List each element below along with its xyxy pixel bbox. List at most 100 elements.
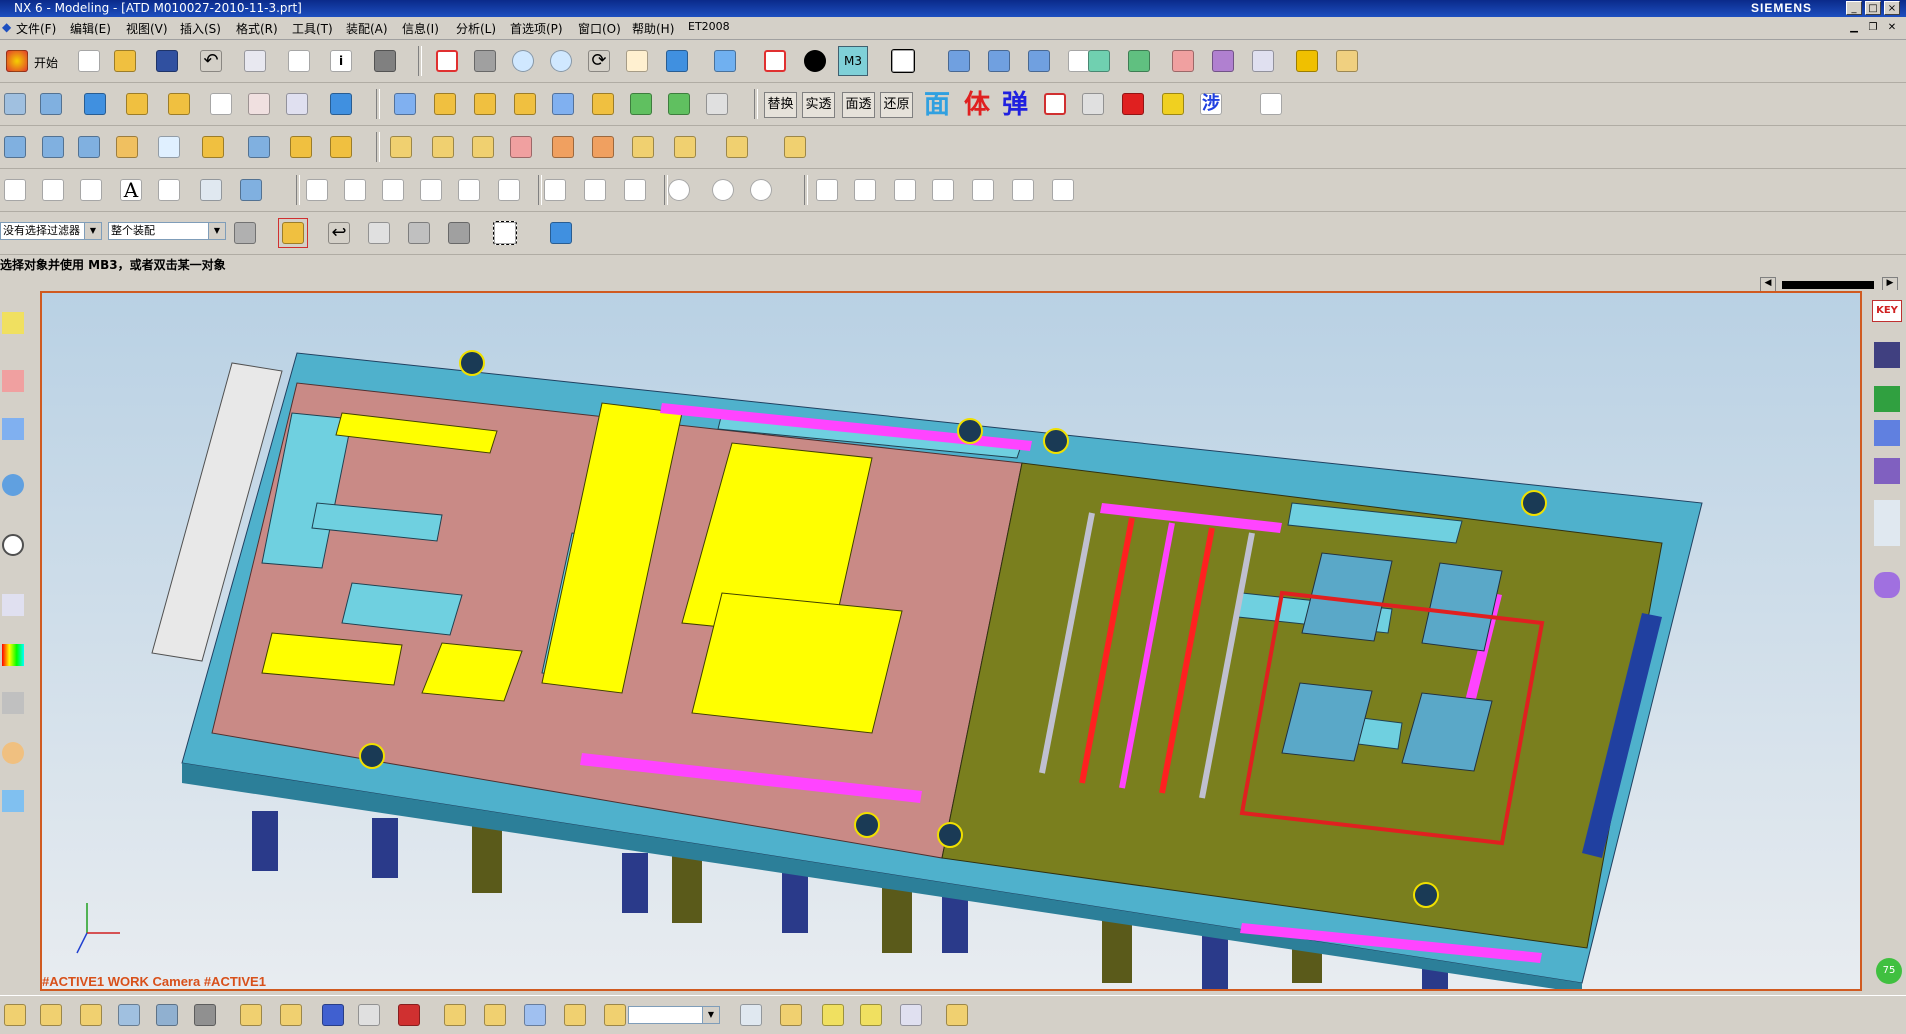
surface-icon[interactable] [0,132,30,162]
menu-analysis[interactable]: 分析(L) [456,20,496,37]
doc-restore-button[interactable]: ❐ [1865,20,1881,35]
through-mesh-icon[interactable] [74,132,104,162]
tracelines-icon[interactable] [560,1000,590,1030]
instance-icon[interactable] [670,132,700,162]
pattern-icon[interactable] [780,132,810,162]
chamfer-curve-icon[interactable] [968,175,998,205]
explode-component-icon[interactable] [480,1000,510,1030]
select-cursor-icon[interactable] [1248,46,1278,76]
assembly-navigator-icon[interactable] [2,312,24,334]
reuse-library-icon[interactable] [2,594,24,616]
minimize-button[interactable]: _ [1846,1,1862,15]
assembly-constraint-icon[interactable] [984,46,1014,76]
menu-tools[interactable]: 工具(T) [292,20,333,37]
zoom-icon[interactable] [508,46,538,76]
unexplode-icon[interactable] [520,1000,550,1030]
hole-icon[interactable] [390,89,420,119]
blue-cube-icon[interactable] [546,218,576,248]
offset-surface-icon[interactable] [198,132,228,162]
arc-center-icon[interactable] [580,175,610,205]
internet-explorer-icon[interactable] [2,474,24,496]
snap-point-icon[interactable] [278,218,308,248]
start-icon[interactable] [2,46,32,76]
perpendicular-line-icon[interactable] [416,175,446,205]
graphics-window[interactable] [40,291,1862,991]
key-icon[interactable]: KEY [1872,300,1902,322]
move-point-icon[interactable] [404,218,434,248]
copy-icon[interactable] [240,46,270,76]
sketch-icon[interactable] [0,89,30,119]
face-blend-icon[interactable] [548,132,578,162]
tangent-line-icon[interactable] [454,175,484,205]
replace-component-icon[interactable] [190,1000,220,1030]
mate-component-icon[interactable] [318,1000,348,1030]
split-curve-icon[interactable] [850,175,880,205]
exploded-view-icon[interactable] [440,1000,470,1030]
doc-minimize-button[interactable]: ▁ [1846,20,1862,35]
wrench-icon[interactable] [444,218,474,248]
t-tool-icon[interactable] [1874,342,1900,368]
arc-3pt-icon[interactable] [540,175,570,205]
wireframe-shaded-icon[interactable] [760,46,790,76]
mirror-icon[interactable] [722,132,752,162]
spline-icon[interactable] [76,175,106,205]
subtract-icon[interactable] [664,89,694,119]
trim-curve-icon[interactable] [812,175,842,205]
part-navigator-icon[interactable] [2,418,24,440]
revolve-icon[interactable] [122,89,152,119]
layer-settings-icon[interactable] [1084,46,1114,76]
menu-preferences[interactable]: 首选项(P) [510,20,563,37]
system-scenes-icon[interactable] [2,790,24,812]
red-cube-icon[interactable] [1118,89,1148,119]
menu-et2008[interactable]: ET2008 [688,20,730,33]
open-folder-icon[interactable] [110,46,140,76]
show-only-icon[interactable] [736,1000,766,1030]
background-icon[interactable] [800,46,830,76]
block-icon[interactable] [80,89,110,119]
basic-line-icon[interactable] [302,175,332,205]
move-component-icon[interactable] [944,46,974,76]
type-filter-dropdown[interactable]: 没有选择过滤器 ▼ [0,222,102,240]
start-button[interactable]: 开始 [34,54,58,71]
sew-icon[interactable] [326,132,356,162]
restore-button[interactable]: 还原 [880,92,913,118]
menu-help[interactable]: 帮助(H) [632,20,674,37]
mirror-assembly-icon[interactable] [152,1000,182,1030]
work-layer-field[interactable]: M3 [838,46,868,76]
swept-surface-icon[interactable] [112,132,142,162]
point-line-icon[interactable] [340,175,370,205]
thicken-icon[interactable] [286,132,316,162]
make-work-part-icon[interactable] [236,1000,266,1030]
pocket-icon[interactable] [470,89,500,119]
explosion-dropdown[interactable]: ▼ [628,1006,720,1024]
green-part-icon[interactable] [1874,386,1900,412]
information-icon[interactable]: i [326,46,356,76]
chamfer-icon[interactable] [428,132,458,162]
interpart-link-icon[interactable] [896,1000,926,1030]
close-button[interactable]: × [1884,1,1900,15]
view-orientation-icon[interactable] [710,46,740,76]
rectangle-select-icon[interactable] [490,218,520,248]
menu-view[interactable]: 视图(V) [126,20,168,37]
maximize-button[interactable]: □ [1865,1,1881,15]
delete-face-icon[interactable] [628,132,658,162]
filter-settings-icon[interactable] [230,218,260,248]
reposition-component-icon[interactable] [354,1000,384,1030]
constraints-icon[interactable] [394,1000,424,1030]
doc-close-button[interactable]: ✕ [1884,20,1900,35]
color-swatch-icon[interactable] [888,46,918,76]
circle-icon[interactable] [664,175,694,205]
arc-tangent-icon[interactable] [620,175,650,205]
parallel-line-icon[interactable] [378,175,408,205]
menu-edit[interactable]: 编辑(E) [70,20,111,37]
make-displayed-part-icon[interactable] [276,1000,306,1030]
bridge-curve-icon[interactable] [1048,175,1078,205]
rotate-icon[interactable]: ⟳ [584,46,614,76]
menu-information[interactable]: 信息(I) [402,20,439,37]
extend-curve-icon[interactable] [1008,175,1038,205]
perspective-icon[interactable] [662,46,692,76]
unite-icon[interactable] [626,89,656,119]
circle-center-icon[interactable] [708,175,738,205]
trim-body-icon[interactable] [244,132,274,162]
undo-icon[interactable]: ↶ [196,46,226,76]
